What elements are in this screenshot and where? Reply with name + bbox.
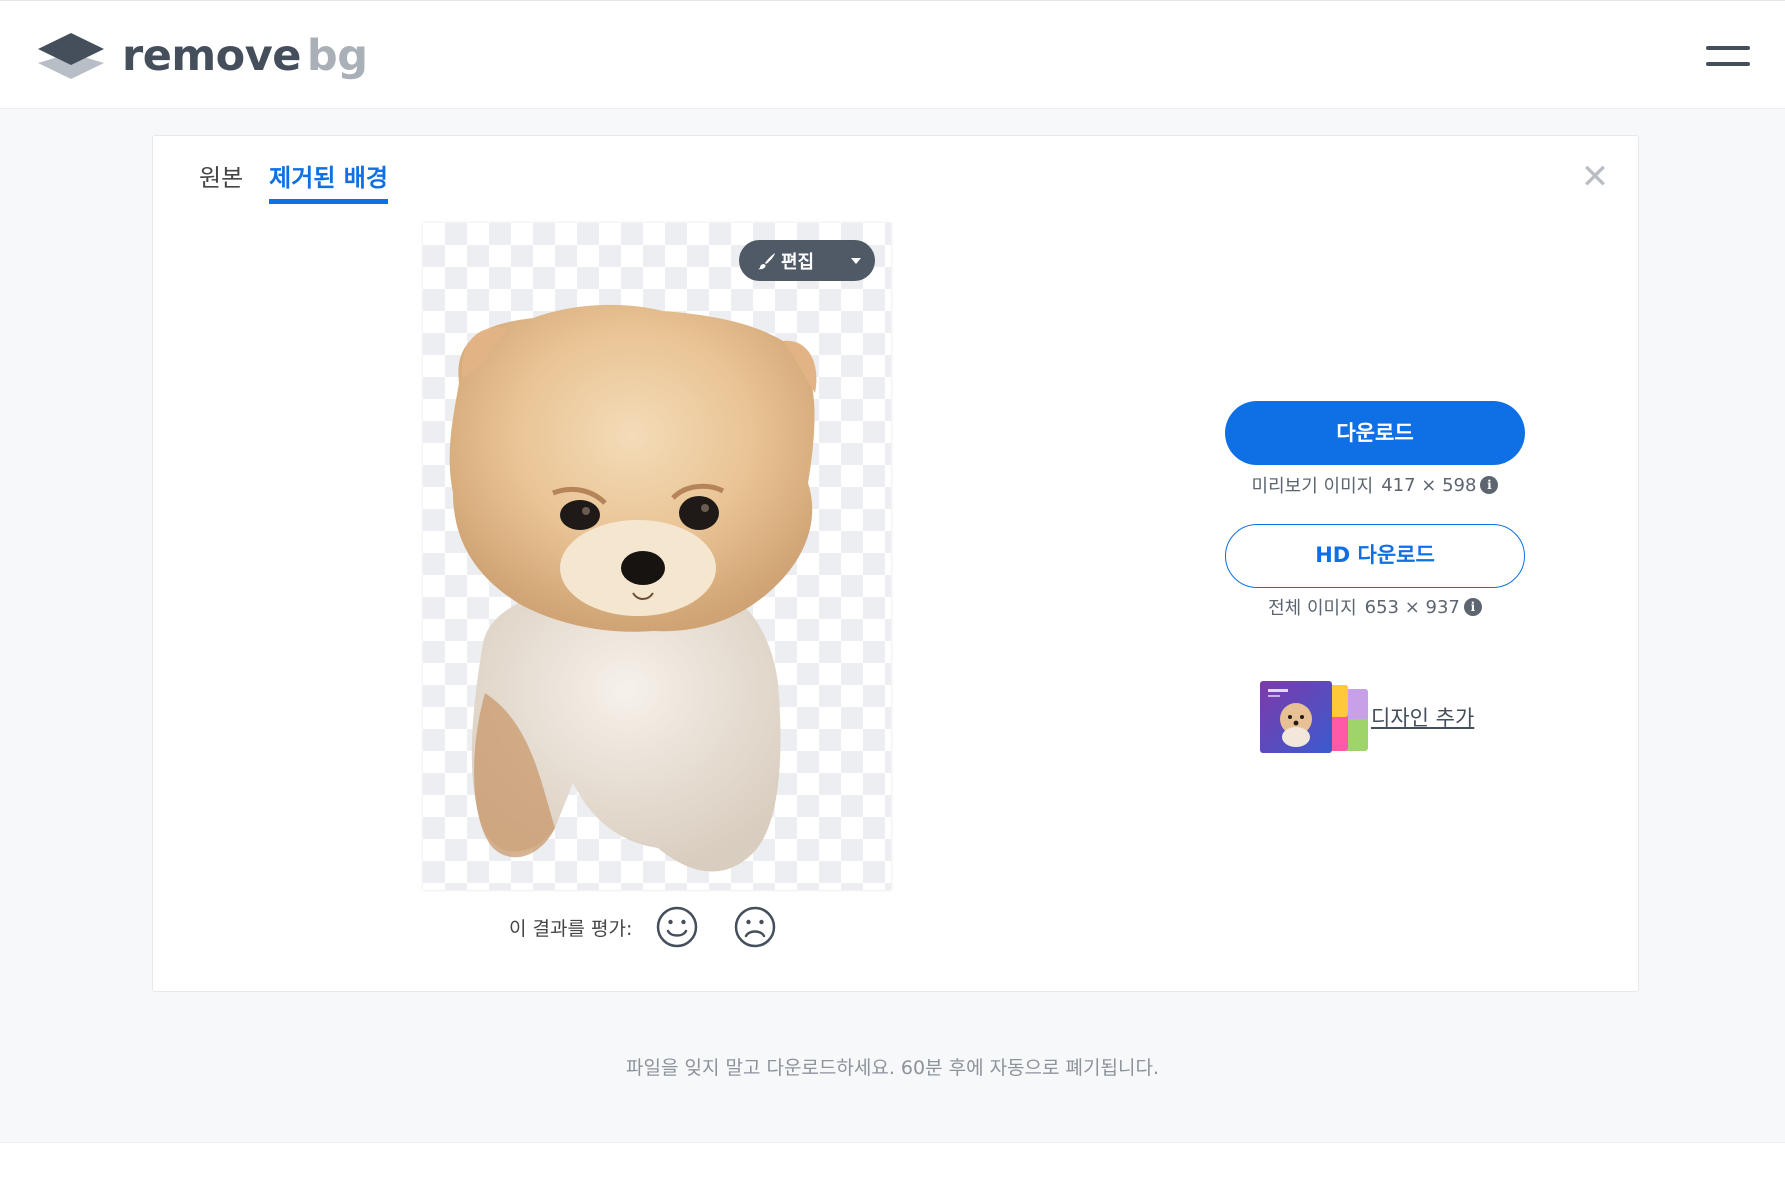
auto-delete-notice: 파일을 잊지 말고 다운로드하세요. 60분 후에 자동으로 폐기됩니다.	[625, 1057, 1159, 1079]
rating-prompt: 이 결과를 평가:	[509, 917, 633, 940]
full-image-label: 전체 이미지	[1268, 598, 1357, 619]
tab-original[interactable]: 원본	[199, 166, 243, 204]
logo-wordmark: remove bg	[122, 34, 368, 78]
bottom-band	[0, 1142, 1785, 1188]
removebg-logo[interactable]: remove bg	[38, 31, 368, 81]
layers-logo-icon	[38, 33, 104, 79]
full-image-dimensions: 653 × 937	[1364, 596, 1460, 618]
logo-word-bg: bg	[306, 30, 368, 81]
preview-image-info: 미리보기 이미지 417 × 598 i	[1225, 472, 1525, 498]
top-header: remove bg	[0, 0, 1785, 109]
info-icon[interactable]: i	[1480, 476, 1499, 494]
add-design-label[interactable]: 디자인 추가	[1371, 702, 1474, 732]
menu-bar	[1706, 62, 1750, 66]
menu-bar	[1706, 46, 1750, 50]
download-button[interactable]: 다운로드	[1225, 401, 1525, 465]
logo-word-remove: remove	[122, 30, 301, 81]
smile-icon[interactable]	[656, 906, 698, 948]
hamburger-menu-icon[interactable]	[1706, 42, 1752, 72]
result-preview: 편집	[423, 223, 891, 890]
preview-image-dimensions: 417 × 598	[1381, 474, 1477, 496]
design-preview-icon	[1260, 681, 1368, 753]
preview-image-label: 미리보기 이미지	[1251, 476, 1374, 497]
info-icon[interactable]: i	[1463, 598, 1482, 616]
edit-button[interactable]: 편집	[739, 240, 875, 281]
frown-icon[interactable]	[734, 906, 776, 948]
add-design-link[interactable]: 디자인 추가	[1260, 681, 1474, 753]
dog-cutout-image	[449, 304, 817, 872]
view-tabs: 원본 제거된 배경	[199, 166, 388, 204]
hd-download-button[interactable]: HD 다운로드	[1225, 524, 1525, 588]
tab-removed-background[interactable]: 제거된 배경	[269, 166, 388, 204]
chevron-down-icon[interactable]	[851, 258, 861, 264]
design-thumbnails	[1260, 681, 1368, 753]
result-card: ✕ 원본 제거된 배경 편집 이 결과를 평가: 다운로드 미리보기 이미지 4…	[152, 135, 1639, 992]
full-image-info: 전체 이미지 653 × 937 i	[1225, 594, 1525, 620]
edit-button-label: 편집	[781, 251, 815, 273]
brush-icon	[758, 252, 776, 270]
rating-row: 이 결과를 평가:	[509, 906, 812, 948]
close-icon[interactable]: ✕	[1580, 160, 1610, 194]
